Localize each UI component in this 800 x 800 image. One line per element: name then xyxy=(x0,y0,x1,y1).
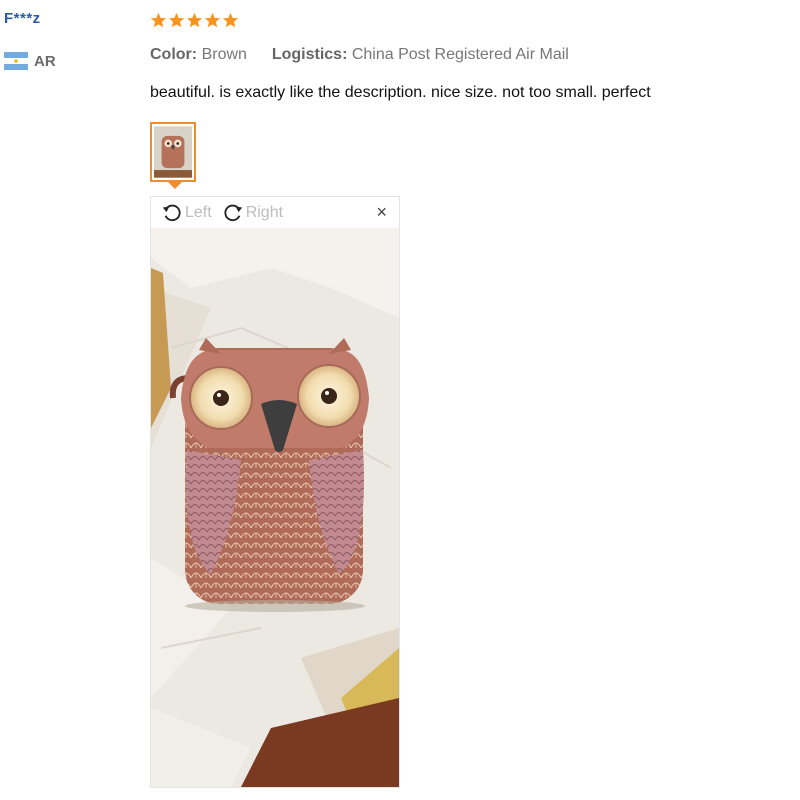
rotate-left-icon xyxy=(162,204,181,221)
star-icon xyxy=(168,12,185,28)
owl-bag-photo xyxy=(151,228,399,787)
star-icon xyxy=(222,12,239,28)
rotate-right-button[interactable]: Right xyxy=(222,202,283,224)
country-code: AR xyxy=(34,52,56,70)
rotate-left-label: Left xyxy=(185,203,212,221)
close-viewer-button[interactable]: × xyxy=(376,202,387,222)
owl-thumbnail-image xyxy=(154,126,192,178)
argentina-flag-icon xyxy=(4,52,28,70)
logistics-value: China Post Registered Air Mail xyxy=(351,46,569,63)
star-icon xyxy=(186,12,203,28)
star-rating xyxy=(150,12,239,29)
color-value: Brown xyxy=(201,46,247,63)
image-viewer-toolbar: Left Right × xyxy=(151,197,399,228)
rotate-right-icon xyxy=(224,204,242,221)
color-key: Color: xyxy=(150,46,198,63)
reviewer-country: AR xyxy=(4,52,56,70)
rotate-left-button[interactable]: Left xyxy=(161,202,212,224)
image-viewer: Left Right × xyxy=(150,196,400,788)
logistics-key: Logistics: xyxy=(271,46,348,63)
review-photo xyxy=(151,228,399,787)
review-text: beautiful. is exactly like the descripti… xyxy=(150,84,651,101)
star-icon xyxy=(150,12,167,28)
thumbnail-caret xyxy=(168,182,182,189)
star-icon xyxy=(204,12,221,28)
reviewer-name[interactable]: F***z xyxy=(4,10,41,27)
review-photo-thumbnail[interactable] xyxy=(150,122,196,182)
order-attributes: Color: Brown Logistics: China Post Regis… xyxy=(150,46,569,64)
rotate-right-label: Right xyxy=(245,203,284,221)
